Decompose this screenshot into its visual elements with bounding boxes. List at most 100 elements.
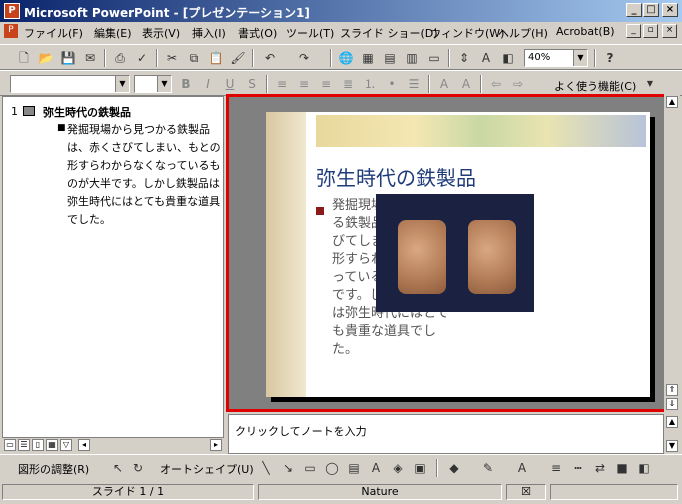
oval-icon[interactable]: ◯ [322, 459, 342, 477]
email-icon[interactable]: ✉ [80, 49, 100, 67]
outline-body-text[interactable]: 発掘現場から見つかる鉄製品は、赤くさびてしまい、もとの形すらわからなくなっている… [67, 121, 221, 229]
font-shrink-icon[interactable]: A [456, 75, 476, 93]
notes-pane[interactable]: クリックしてノートを入力 [228, 414, 664, 454]
common-tasks-menu[interactable]: よく使う機能(C) [554, 78, 636, 94]
print-icon[interactable]: ⎙ [110, 49, 130, 67]
rotate-icon[interactable]: ↻ [128, 459, 148, 477]
fill-color-icon[interactable]: ◆ [444, 459, 464, 477]
redo-icon[interactable]: ↷ [294, 49, 314, 67]
menu-tools[interactable]: ツール(T) [286, 25, 334, 41]
slide-view-icon[interactable]: ▯ [32, 439, 44, 451]
expand-all-icon[interactable]: ⇕ [454, 49, 474, 67]
copy-icon[interactable]: ⧉ [184, 49, 204, 67]
menu-file[interactable]: ファイル(F) [24, 25, 83, 41]
demote-icon[interactable]: ⇨ [508, 75, 528, 93]
numbering-icon[interactable]: ⒈ [360, 75, 380, 93]
new-slide-icon[interactable]: ▭ [424, 49, 444, 67]
chevron-down-icon[interactable]: ▼ [157, 76, 171, 92]
hyperlink-icon[interactable]: 🌐 [336, 49, 356, 67]
close-button[interactable]: × [662, 3, 678, 17]
scroll-left-icon[interactable]: ◂ [78, 439, 90, 451]
promote-icon[interactable]: ⇦ [486, 75, 506, 93]
align-left-icon[interactable]: ≡ [272, 75, 292, 93]
chevron-down-icon[interactable]: ▼ [573, 50, 587, 66]
slide[interactable]: 弥生時代の鉄製品 発掘現場から見つかる鉄製品は、赤くさびてしまい、もとの形すらわ… [266, 112, 650, 397]
cut-icon[interactable]: ✂ [162, 49, 182, 67]
menu-format[interactable]: 書式(O) [238, 25, 277, 41]
menu-insert[interactable]: 挿入(I) [192, 25, 226, 41]
insert-chart-icon[interactable]: ▥ [402, 49, 422, 67]
help-icon[interactable]: ? [600, 49, 620, 67]
slide-pane[interactable]: 弥生時代の鉄製品 発掘現場から見つかる鉄製品は、赤くさびてしまい、もとの形すらわ… [226, 94, 678, 412]
outline-scrollbar[interactable]: ▭ ☰ ▯ ▦ ▽ ◂ ▸ [2, 438, 224, 454]
scroll-down-icon[interactable]: ▼ [666, 440, 678, 452]
scroll-up-icon[interactable]: ▲ [666, 416, 678, 428]
insert-table-icon[interactable]: ▤ [380, 49, 400, 67]
line-icon[interactable]: ╲ [256, 459, 276, 477]
italic-icon[interactable]: I [198, 75, 218, 93]
draw-menu[interactable]: 図形の調整(R) [18, 461, 89, 477]
align-center-icon[interactable]: ≡ [294, 75, 314, 93]
new-icon[interactable]: 🗋 [14, 49, 34, 67]
normal-view-icon[interactable]: ▭ [4, 439, 16, 451]
line-color-icon[interactable]: ✎ [478, 459, 498, 477]
paste-icon[interactable]: 📋 [206, 49, 226, 67]
spellcheck-icon[interactable]: ✓ [132, 49, 152, 67]
justify-icon[interactable]: ≣ [338, 75, 358, 93]
menu-edit[interactable]: 編集(E) [94, 25, 132, 41]
menu-acrobat[interactable]: Acrobat(B) [556, 25, 615, 38]
open-icon[interactable]: 📂 [36, 49, 56, 67]
menu-slideshow[interactable]: スライド ショー(D) [340, 25, 438, 41]
shadow-icon[interactable]: S [242, 75, 262, 93]
grayscale-icon[interactable]: ◧ [498, 49, 518, 67]
slideshow-view-icon[interactable]: ▽ [60, 439, 72, 451]
notes-scrollbar[interactable]: ▲ ▼ [664, 414, 680, 454]
chevron-down-icon[interactable]: ▼ [640, 75, 660, 93]
dash-style-icon[interactable]: ┅ [568, 459, 588, 477]
menu-view[interactable]: 表示(V) [142, 25, 180, 41]
arrow-icon[interactable]: ↘ [278, 459, 298, 477]
wordart-icon[interactable]: A [366, 459, 386, 477]
iron-artifact-photo[interactable] [376, 194, 534, 312]
3d-style-icon[interactable]: ◧ [634, 459, 654, 477]
notes-placeholder[interactable]: クリックしてノートを入力 [235, 423, 367, 439]
scroll-right-icon[interactable]: ▸ [210, 439, 222, 451]
menu-help[interactable]: ヘルプ(H) [498, 25, 548, 41]
doc-close-button[interactable]: × [662, 24, 677, 38]
outline-view-icon[interactable]: ☰ [18, 439, 30, 451]
maximize-button[interactable]: □ [643, 3, 659, 17]
next-slide-icon[interactable]: ⇓ [666, 398, 678, 410]
bold-icon[interactable]: B [176, 75, 196, 93]
show-formatting-icon[interactable]: A [476, 49, 496, 67]
outline-slide-title[interactable]: 弥生時代の鉄製品 [43, 104, 131, 120]
scroll-up-icon[interactable]: ▲ [666, 96, 678, 108]
bullets-list-icon[interactable]: ☰ [404, 75, 424, 93]
outline-pane[interactable]: 1 弥生時代の鉄製品 ■ 発掘現場から見つかる鉄製品は、赤くさびてしまい、もとの… [2, 96, 224, 438]
textbox-icon[interactable]: ▤ [344, 459, 364, 477]
prev-slide-icon[interactable]: ⇑ [666, 384, 678, 396]
font-grow-icon[interactable]: A [434, 75, 454, 93]
align-right-icon[interactable]: ≡ [316, 75, 336, 93]
powerpoint-icon[interactable]: P [4, 3, 20, 19]
document-icon[interactable]: P [4, 24, 18, 38]
autoshape-menu[interactable]: オートシェイプ(U) [160, 461, 254, 477]
bullets-icon[interactable]: • [382, 75, 402, 93]
zoom-combo[interactable]: 40% ▼ [524, 49, 588, 67]
clipart-icon[interactable]: ◈ [388, 459, 408, 477]
underline-icon[interactable]: U [220, 75, 240, 93]
picture-icon[interactable]: ▣ [410, 459, 430, 477]
font-color-icon[interactable]: A [512, 459, 532, 477]
menu-window[interactable]: ウィンドウ(W) [430, 25, 504, 41]
select-pointer-icon[interactable]: ↖ [108, 459, 128, 477]
save-icon[interactable]: 💾 [58, 49, 78, 67]
chevron-down-icon[interactable]: ▼ [115, 76, 129, 92]
shadow-style-icon[interactable]: ■ [612, 459, 632, 477]
slide-sorter-icon[interactable]: ▦ [46, 439, 58, 451]
slide-title[interactable]: 弥生時代の鉄製品 [316, 162, 476, 191]
minimize-button[interactable]: _ [626, 3, 642, 17]
arrow-style-icon[interactable]: ⇄ [590, 459, 610, 477]
line-style-icon[interactable]: ≡ [546, 459, 566, 477]
doc-restore-button[interactable]: ▫ [643, 24, 658, 38]
rectangle-icon[interactable]: ▭ [300, 459, 320, 477]
slide-icon[interactable] [23, 106, 35, 116]
